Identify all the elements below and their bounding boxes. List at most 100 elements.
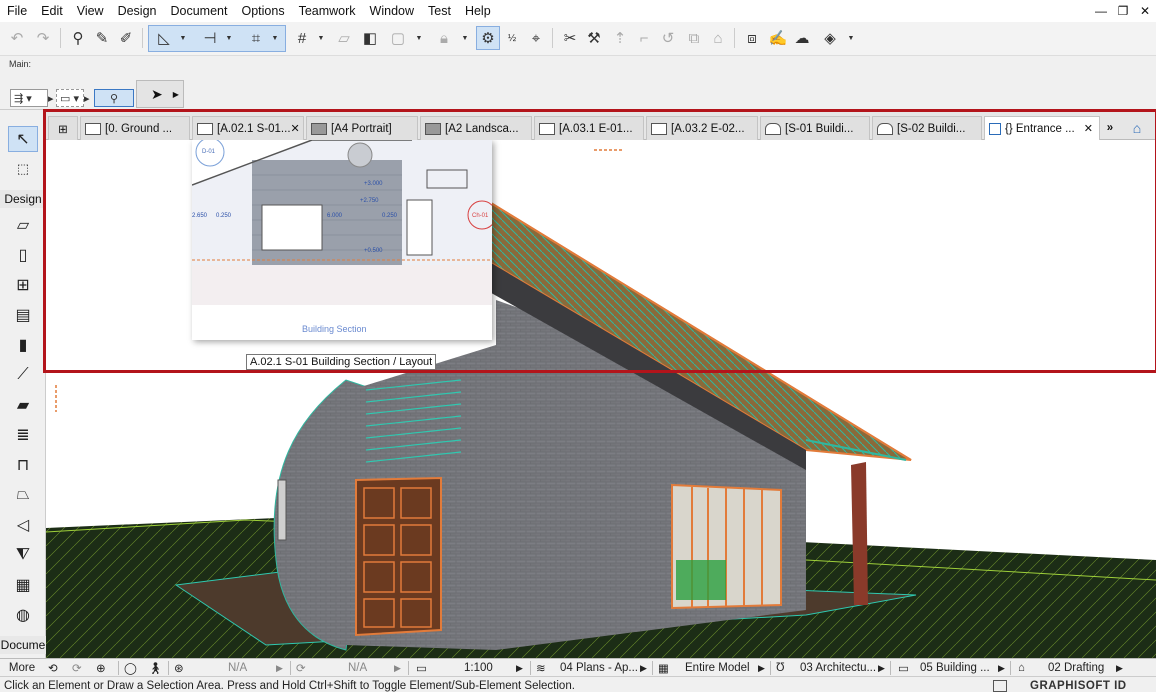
morph-tool-icon[interactable]: ◍ <box>8 602 38 628</box>
suspend-groups-icon[interactable]: ⚙ <box>476 26 500 50</box>
zoom-fit-icon[interactable]: ⌖ <box>524 26 548 50</box>
3d-navigation-icon[interactable]: ◈ <box>818 26 842 50</box>
graphic-override-select[interactable]: 02 Drafting <box>1048 659 1104 677</box>
walk-icon[interactable]: 🚶︎ <box>148 659 163 677</box>
marquee-button[interactable]: ▭ ▾ <box>56 89 84 107</box>
menu-help[interactable]: Help <box>458 0 498 22</box>
menu-teamwork[interactable]: Teamwork <box>292 0 363 22</box>
layer-icon[interactable]: ▢ <box>386 26 410 50</box>
minimize-button[interactable]: — <box>1090 0 1112 22</box>
marquee-tool-icon[interactable]: ⬚ <box>8 156 38 182</box>
orbit-icon[interactable]: ⟲ <box>48 659 58 677</box>
3d-viewport[interactable]: D-01 Ch-01 2.650 0.250 6.000 0.250 +3.00… <box>46 140 1156 658</box>
adjust-icon[interactable]: ⚒ <box>582 26 606 50</box>
inject-parameters-icon[interactable]: ✐ <box>114 26 138 50</box>
arrow-tool-icon[interactable]: ↖ <box>8 126 38 152</box>
tab-a2-landscape[interactable]: [A2 Landsca... <box>420 116 532 140</box>
menu-design[interactable]: Design <box>111 0 164 22</box>
close-button[interactable]: ✕ <box>1134 0 1156 22</box>
rotate-icon[interactable]: ⟳ <box>296 659 306 677</box>
selection-method-button[interactable]: ⇶ ▾ <box>10 89 48 107</box>
column-tool-icon[interactable]: ▮ <box>8 332 38 358</box>
undo-icon[interactable]: ↶ <box>5 26 29 50</box>
guide-line-icon[interactable]: ◺ <box>152 26 176 50</box>
menu-document[interactable]: Document <box>164 0 235 22</box>
render-icon[interactable]: ✍ <box>766 26 790 50</box>
zoom-in-icon[interactable]: ⊕ <box>96 659 106 677</box>
coordinate-icon[interactable]: ⌗ <box>244 26 268 50</box>
wall-tool-icon[interactable]: ▱ <box>8 212 38 238</box>
toolbox-more-button[interactable]: More <box>2 659 42 677</box>
menu-window[interactable]: Window <box>363 0 421 22</box>
pick-up-parameters-icon[interactable]: ✎ <box>90 26 114 50</box>
object-tool-icon[interactable]: ▤ <box>8 302 38 328</box>
elevate-icon[interactable]: ⇡ <box>608 26 632 50</box>
chevron-down-icon[interactable]: ▼ <box>224 26 234 50</box>
lasso-icon[interactable]: ◯ <box>124 659 137 677</box>
scale-icon: ▭ <box>416 663 427 675</box>
find-select-icon[interactable]: ⚲ <box>66 26 90 50</box>
door-tool-icon[interactable]: ▯ <box>8 242 38 268</box>
redo-icon[interactable]: ↷ <box>31 26 55 50</box>
tab-ground-floor[interactable]: [0. Ground ... <box>80 116 190 140</box>
close-tab-icon[interactable]: ✕ <box>1084 122 1093 135</box>
tab-s01-building-section[interactable]: [S-01 Buildi... <box>760 116 870 140</box>
pen-set-select[interactable]: 05 Building ... <box>920 659 990 677</box>
shell-tool-icon[interactable]: ◁ <box>8 512 38 538</box>
restore-button[interactable]: ❐ <box>1112 0 1134 22</box>
navigator-icon[interactable]: ⌂ <box>1120 116 1154 140</box>
menu-edit[interactable]: Edit <box>34 0 70 22</box>
zoom-refresh-icon[interactable]: ⟳ <box>72 659 82 677</box>
mesh-tool-icon[interactable]: ⧨ <box>8 542 38 568</box>
model-view-select[interactable]: Entire Model <box>685 659 750 677</box>
tab-entrance-3d[interactable]: {} Entrance ... ✕ <box>984 116 1100 140</box>
stair-tool-icon[interactable]: ≣ <box>8 422 38 448</box>
chevron-down-icon[interactable]: ▼ <box>270 26 280 50</box>
beam-tool-icon[interactable]: ⟋ <box>8 362 38 388</box>
intersect-icon[interactable]: ⌐ <box>632 26 656 50</box>
magic-wand-button[interactable]: ⚲ <box>94 89 134 107</box>
layer-combination-select[interactable]: 04 Plans - Ap... <box>560 659 638 677</box>
tab-overflow-button[interactable]: » <box>1100 116 1120 140</box>
snap-guides-icon[interactable]: ⊣ <box>198 26 222 50</box>
roof-icon[interactable]: ⌂ <box>706 26 730 50</box>
renovation-filter-select[interactable]: 03 Architectu... <box>800 659 876 677</box>
curtain-wall-tool-icon[interactable]: ▦ <box>8 572 38 598</box>
tab-a4-portrait[interactable]: [A4 Portrait] <box>306 116 418 140</box>
tab-a021-s01-layout[interactable]: [A.02.1 S-01... ✕ <box>192 116 304 140</box>
graphisoft-id-button[interactable]: GRAPHISOFT ID <box>1030 680 1127 692</box>
window-tool-icon[interactable]: ⊞ <box>8 272 38 298</box>
chevron-down-icon[interactable]: ▼ <box>316 26 326 50</box>
tab-bar-overview-icon[interactable]: ⊞ <box>48 116 78 140</box>
dimension-icon[interactable]: ½ <box>500 26 524 50</box>
trim-icon[interactable]: ▱ <box>332 26 356 50</box>
menu-test[interactable]: Test <box>421 0 458 22</box>
scale-select[interactable]: 1:100 <box>464 659 493 677</box>
chevron-down-icon[interactable]: ▼ <box>846 26 856 50</box>
railing-tool-icon[interactable]: ⊓ <box>8 452 38 478</box>
solid-operations-icon[interactable]: ⧈ <box>740 26 764 50</box>
lock-icon[interactable]: 🔒︎ <box>432 26 456 50</box>
menu-options[interactable]: Options <box>234 0 291 22</box>
teamwork-icon[interactable]: ☁ <box>790 26 814 50</box>
split-icon[interactable]: ⧉ <box>682 26 706 50</box>
slab-tool-icon[interactable]: ▰ <box>8 392 38 418</box>
scissors-icon[interactable]: ✂ <box>558 26 582 50</box>
tab-a031-e01[interactable]: [A.03.1 E-01... <box>534 116 644 140</box>
fillet-icon[interactable]: ↺ <box>656 26 680 50</box>
chevron-down-icon[interactable]: ▼ <box>414 26 424 50</box>
arrow-tool-settings[interactable]: ➤ ▶ <box>136 80 184 108</box>
roof-tool-icon[interactable]: ⏢ <box>8 482 38 508</box>
menu-file[interactable]: File <box>0 0 34 22</box>
chevron-down-icon[interactable]: ▼ <box>178 26 188 50</box>
close-tab-icon[interactable]: ✕ <box>291 122 300 135</box>
grid-snap-icon[interactable]: # <box>290 26 314 50</box>
menu-view[interactable]: View <box>70 0 111 22</box>
show-selected-icon[interactable]: ◧ <box>358 26 382 50</box>
tab-s02-building-section[interactable]: [S-02 Buildi... <box>872 116 982 140</box>
design-section-header[interactable]: Design <box>0 190 46 208</box>
zoom-window-icon[interactable]: ⊛ <box>174 659 184 677</box>
tab-a032-e02[interactable]: [A.03.2 E-02... <box>646 116 758 140</box>
chevron-down-icon[interactable]: ▼ <box>460 26 470 50</box>
document-section-header[interactable]: Docume <box>0 636 46 654</box>
